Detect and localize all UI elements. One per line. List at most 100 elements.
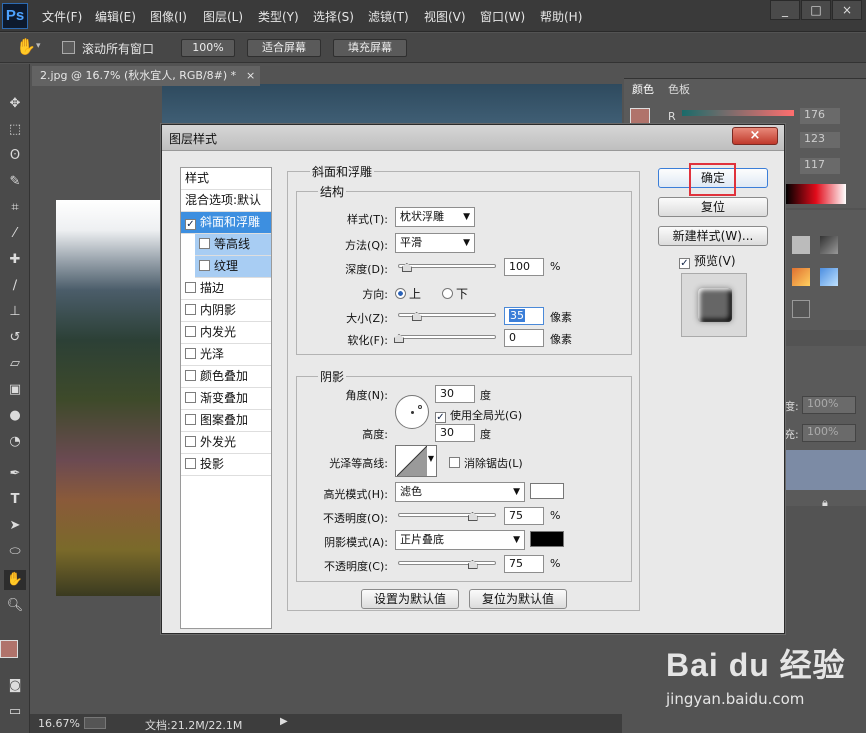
gloss-contour-picker[interactable]: ▼: [395, 445, 437, 477]
soften-slider[interactable]: [398, 335, 496, 339]
path-select-tool-icon[interactable]: ➤: [4, 516, 26, 536]
style-swatch[interactable]: [820, 236, 838, 254]
highlight-opacity-input[interactable]: 75: [504, 507, 544, 525]
shadow-mode-select[interactable]: 正片叠底 ▼: [395, 530, 525, 550]
gradient-tool-icon[interactable]: ▣: [4, 380, 26, 400]
style-contour[interactable]: 等高线: [195, 234, 271, 256]
style-gradient-overlay[interactable]: 渐变叠加: [181, 388, 271, 410]
healing-tool-icon[interactable]: ✚: [4, 250, 26, 270]
eyedropper-tool-icon[interactable]: ⁄: [4, 224, 26, 244]
drop-shadow-checkbox[interactable]: [185, 458, 196, 469]
menu-edit[interactable]: 编辑(E): [95, 8, 136, 25]
lasso-tool-icon[interactable]: ʘ: [4, 146, 26, 166]
fill-screen-button[interactable]: 填充屏幕: [333, 39, 407, 57]
fill-field[interactable]: 100%: [802, 424, 856, 442]
menu-help[interactable]: 帮助(H): [540, 8, 582, 25]
shadow-opacity-input[interactable]: 75: [504, 555, 544, 573]
blur-tool-icon[interactable]: ●: [4, 406, 26, 426]
bevel-style-select[interactable]: 枕状浮雕 ▼: [395, 207, 475, 227]
technique-select[interactable]: 平滑 ▼: [395, 233, 475, 253]
pen-tool-icon[interactable]: ✒: [4, 464, 26, 484]
style-swatch[interactable]: [792, 236, 810, 254]
reset-default-button[interactable]: 复位为默认值: [469, 589, 567, 609]
style-color-overlay[interactable]: 颜色叠加: [181, 366, 271, 388]
depth-input[interactable]: 100: [504, 258, 544, 276]
menu-layer[interactable]: 图层(L): [203, 8, 243, 25]
type-tool-icon[interactable]: T: [4, 490, 26, 510]
menu-type[interactable]: 类型(Y): [258, 8, 299, 25]
style-inner-shadow[interactable]: 内阴影: [181, 300, 271, 322]
inner-shadow-checkbox[interactable]: [185, 304, 196, 315]
dialog-close-button[interactable]: ×: [732, 127, 778, 145]
new-style-button[interactable]: 新建样式(W)...: [658, 226, 768, 246]
red-value[interactable]: 176: [800, 108, 840, 124]
size-input[interactable]: 35: [504, 307, 544, 325]
depth-slider[interactable]: [398, 264, 496, 268]
menu-view[interactable]: 视图(V): [424, 8, 466, 25]
tab-swatches[interactable]: 色板: [668, 81, 690, 97]
style-satin[interactable]: 光泽: [181, 344, 271, 366]
altitude-input[interactable]: 30: [435, 424, 475, 442]
eraser-tool-icon[interactable]: ▱: [4, 354, 26, 374]
document-tab-close-icon[interactable]: ×: [246, 66, 255, 86]
soften-input[interactable]: 0: [504, 329, 544, 347]
green-value[interactable]: 123: [800, 132, 840, 148]
dodge-tool-icon[interactable]: ◔: [4, 432, 26, 452]
style-texture[interactable]: 纹理: [195, 256, 271, 278]
quick-select-tool-icon[interactable]: ✎: [4, 172, 26, 192]
fit-screen-button[interactable]: 适合屏幕: [247, 39, 321, 57]
highlight-opacity-slider[interactable]: [398, 513, 496, 517]
window-close-button[interactable]: ×: [832, 0, 862, 20]
history-brush-tool-icon[interactable]: ↺: [4, 328, 26, 348]
quick-mask-icon[interactable]: ◙: [4, 676, 26, 696]
zoom-100-button[interactable]: 100%: [181, 39, 235, 57]
direction-up-radio[interactable]: 上: [395, 285, 421, 302]
satin-checkbox[interactable]: [185, 348, 196, 359]
dialog-titlebar[interactable]: 图层样式 ×: [162, 125, 784, 151]
angle-input[interactable]: 30: [435, 385, 475, 403]
menu-window[interactable]: 窗口(W): [480, 8, 525, 25]
blending-options[interactable]: 混合选项:默认: [181, 190, 271, 212]
tool-preset-arrow-icon[interactable]: ▾: [36, 41, 41, 51]
style-drop-shadow[interactable]: 投影: [181, 454, 271, 476]
anti-alias-checkbox[interactable]: 消除锯齿(L): [449, 455, 523, 471]
brush-tool-icon[interactable]: ∕: [4, 276, 26, 296]
ellipse-tool-icon[interactable]: ⬭: [4, 542, 26, 562]
highlight-mode-select[interactable]: 滤色 ▼: [395, 482, 525, 502]
shadow-color-swatch[interactable]: [530, 531, 564, 547]
reset-button[interactable]: 复位: [658, 197, 768, 217]
style-stroke[interactable]: 描边: [181, 278, 271, 300]
preview-checkbox[interactable]: ✓ 预览(V): [679, 252, 736, 269]
minimize-button[interactable]: _: [770, 0, 800, 20]
texture-checkbox[interactable]: [199, 260, 210, 271]
color-spectrum[interactable]: [786, 184, 846, 204]
document-tab[interactable]: 2.jpg @ 16.7% (秋水宜人, RGB/8#) * ×: [32, 66, 260, 86]
gradient-overlay-checkbox[interactable]: [185, 392, 196, 403]
zoom-tool-icon[interactable]: 🔍︎: [4, 596, 26, 616]
inner-glow-checkbox[interactable]: [185, 326, 196, 337]
move-tool-icon[interactable]: ✥: [4, 94, 26, 114]
stroke-checkbox[interactable]: [185, 282, 196, 293]
pattern-overlay-checkbox[interactable]: [185, 414, 196, 425]
menu-file[interactable]: 文件(F): [42, 8, 82, 25]
contour-checkbox[interactable]: [199, 238, 210, 249]
style-pattern-overlay[interactable]: 图案叠加: [181, 410, 271, 432]
menu-image[interactable]: 图像(I): [150, 8, 187, 25]
shadow-opacity-slider[interactable]: [398, 561, 496, 565]
blue-value[interactable]: 117: [800, 158, 840, 174]
screen-mode-icon[interactable]: ▭: [4, 702, 26, 722]
crop-tool-icon[interactable]: ⌗: [4, 198, 26, 218]
set-default-button[interactable]: 设置为默认值: [361, 589, 459, 609]
style-bevel-emboss[interactable]: ✓ 斜面和浮雕: [181, 212, 271, 234]
opacity-field[interactable]: 100%: [802, 396, 856, 414]
red-slider[interactable]: [682, 110, 794, 116]
angle-dial[interactable]: [395, 395, 429, 429]
direction-down-radio[interactable]: 下: [442, 285, 468, 302]
global-light-checkbox[interactable]: ✓ 使用全局光(G): [435, 407, 522, 423]
color-overlay-checkbox[interactable]: [185, 370, 196, 381]
style-swatch[interactable]: [820, 268, 838, 286]
style-swatch[interactable]: [792, 300, 810, 318]
style-inner-glow[interactable]: 内发光: [181, 322, 271, 344]
selected-layer-row[interactable]: [786, 450, 866, 490]
style-swatch[interactable]: [792, 268, 810, 286]
